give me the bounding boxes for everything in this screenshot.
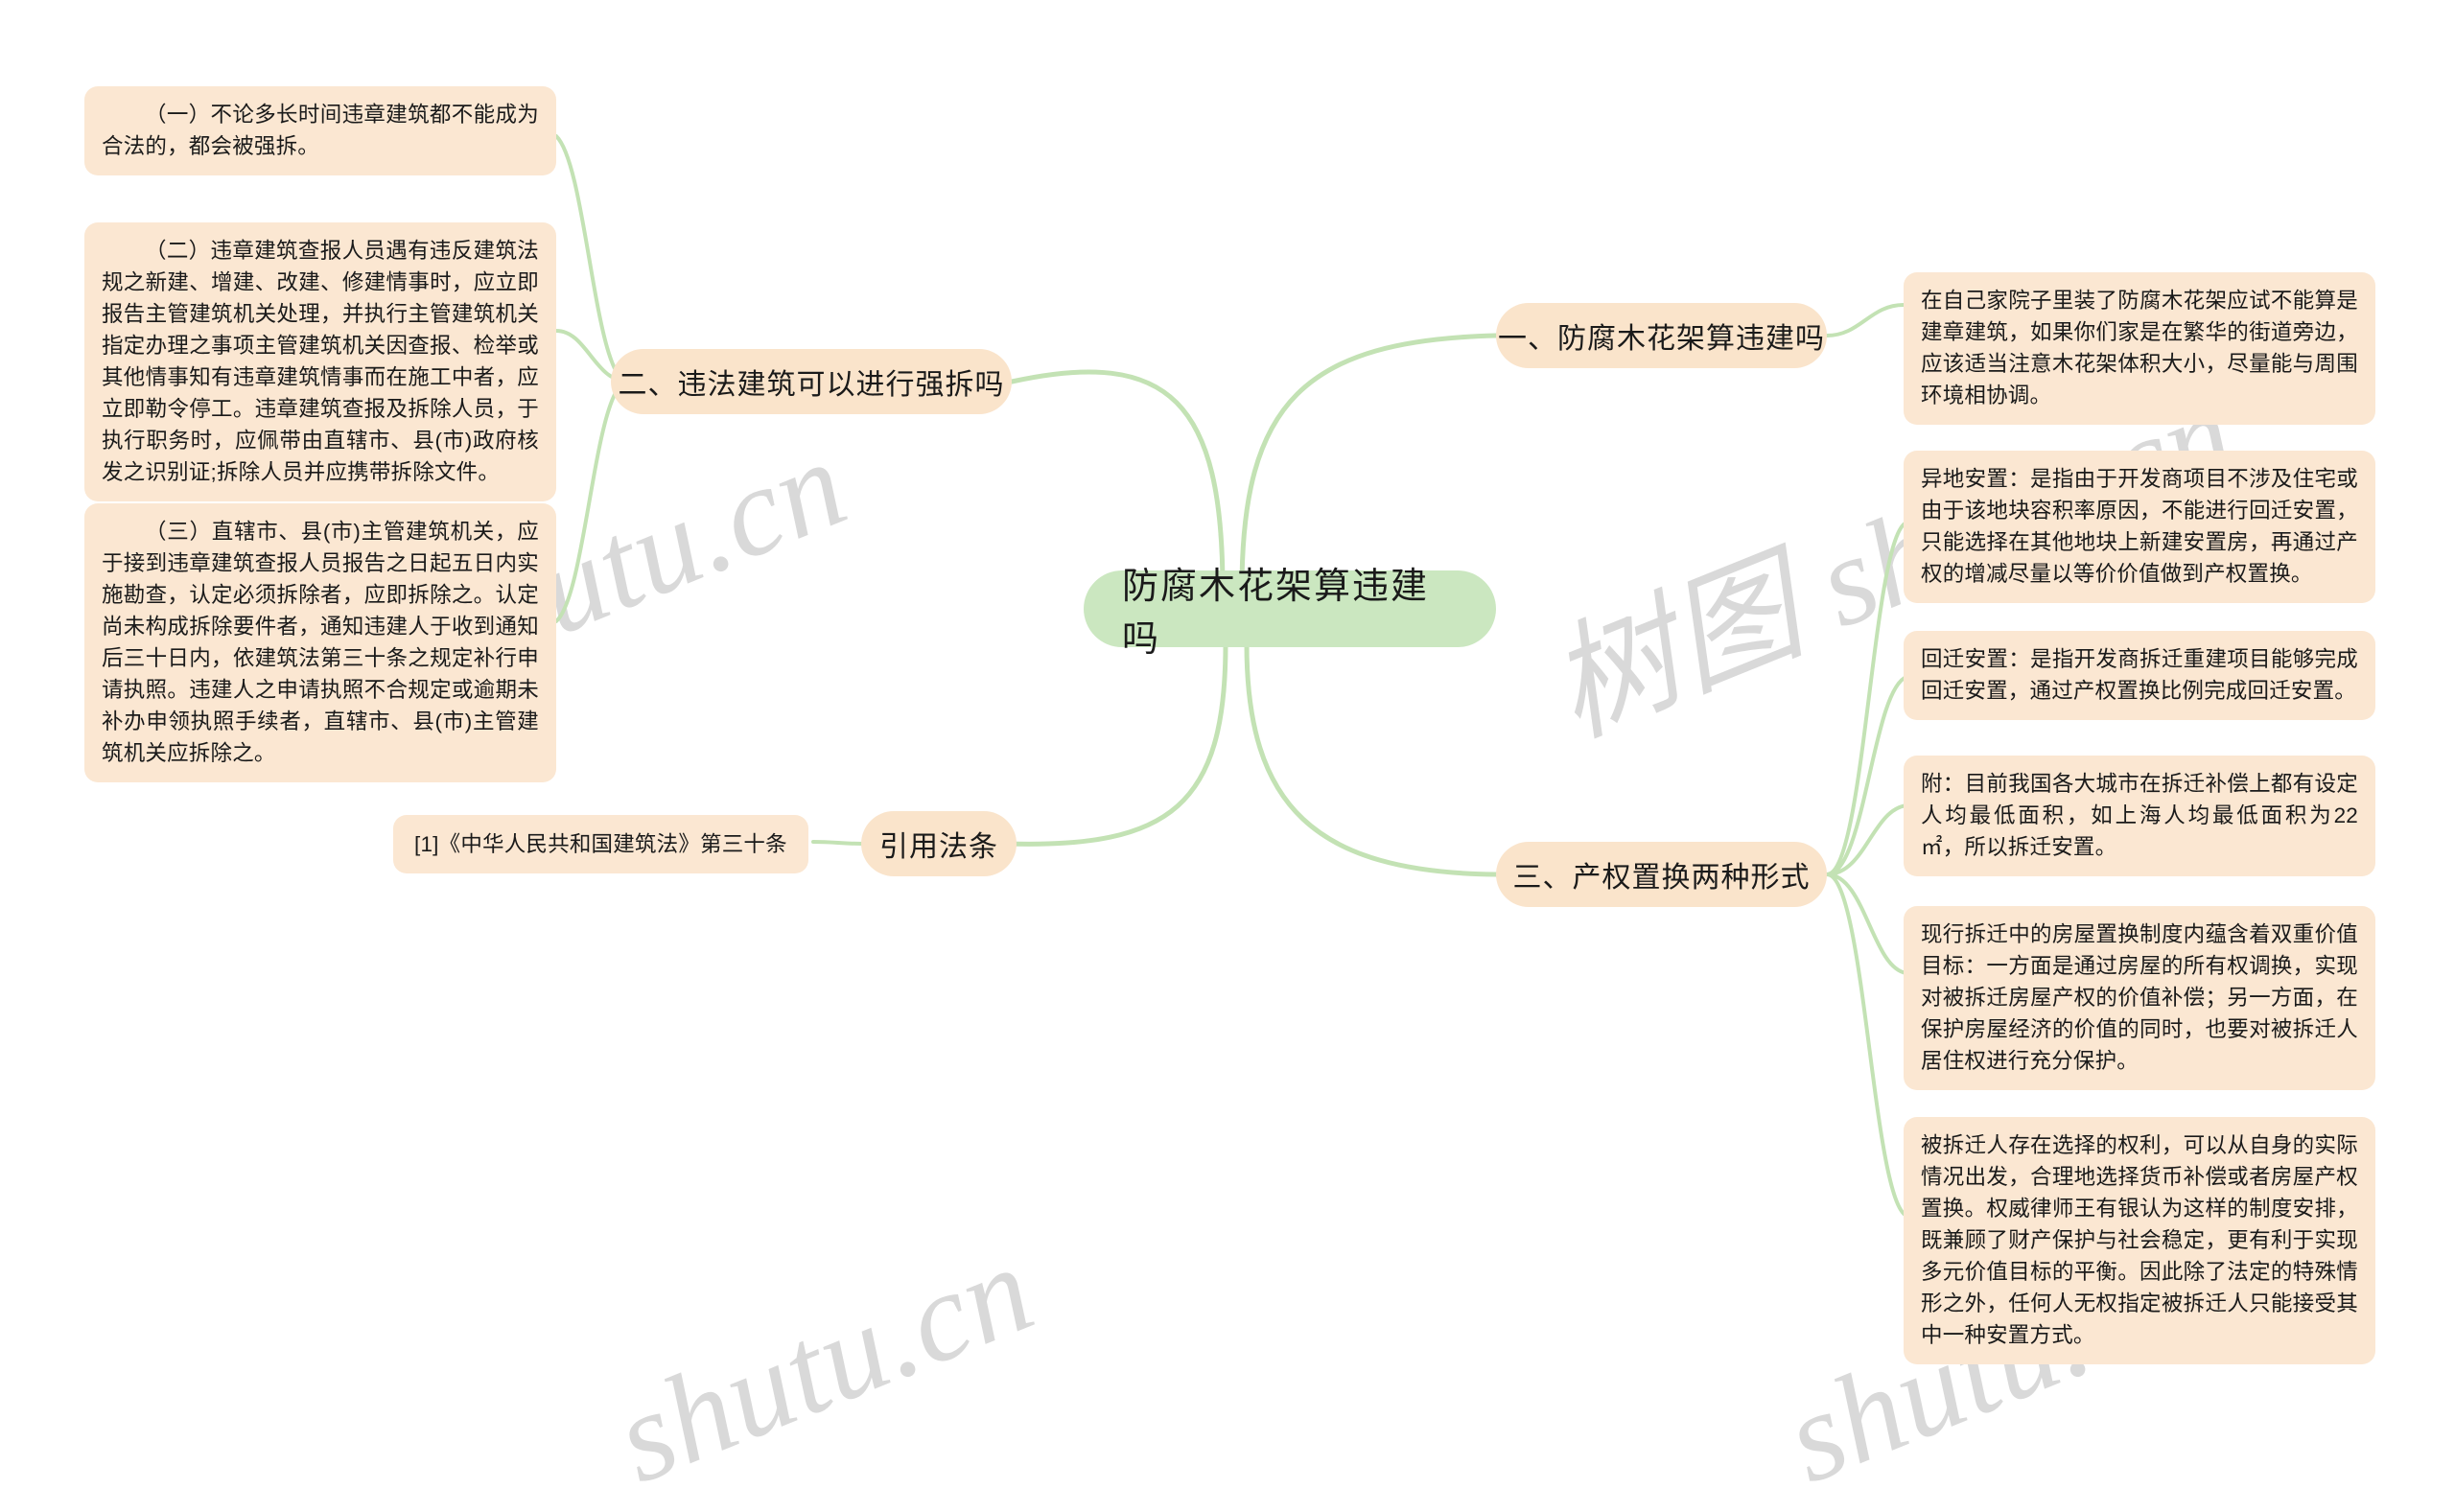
leaf-node-b3-2-text: 回迁安置：是指开发商拆迁重建项目能够完成回迁安置，通过产权置换比例完成回迁安置。 <box>1921 647 2358 703</box>
leaf-node-b3-4[interactable]: 现行拆迁中的房屋置换制度内蕴含着双重价值目标：一方面是通过房屋的所有权调换，实现… <box>1904 906 2375 1090</box>
branch-node-1-label: 一、防腐木花架算违建吗 <box>1498 323 1825 355</box>
leaf-node-b2-1[interactable]: （一）不论多长时间违章建筑都不能成为合法的，都会被强拆。 <box>84 86 556 175</box>
branch-node-3-label: 三、产权置换两种形式 <box>1512 862 1811 894</box>
leaf-node-b2-2[interactable]: （二）违章建筑查报人员遇有违反建筑法规之新建、增建、改建、修建情事时，应立即报告… <box>84 222 556 501</box>
leaf-node-b1-1-text: 在自己家院子里装了防腐木花架应试不能算是建章建筑，如果你们家是在繁华的街道旁边，… <box>1921 289 2358 407</box>
leaf-node-b4-1[interactable]: [1]《中华人民共和国建筑法》第三十条 <box>393 815 808 873</box>
leaf-node-b3-2[interactable]: 回迁安置：是指开发商拆迁重建项目能够完成回迁安置，通过产权置换比例完成回迁安置。 <box>1904 631 2375 720</box>
leaf-node-b3-1[interactable]: 异地安置：是指由于开发商项目不涉及住宅或由于该地块容积率原因，不能进行回迁安置，… <box>1904 451 2375 603</box>
leaf-node-b3-5-text: 被拆迁人存在选择的权利，可以从自身的实际情况出发，合理地选择货币补偿或者房屋产权… <box>1921 1133 2358 1347</box>
leaf-node-b2-3[interactable]: （三）直辖市、县(市)主管建筑机关，应于接到违章建筑查报人员报告之日起五日内实施… <box>84 503 556 782</box>
leaf-node-b3-5[interactable]: 被拆迁人存在选择的权利，可以从自身的实际情况出发，合理地选择货币补偿或者房屋产权… <box>1904 1117 2375 1364</box>
branch-node-2-label: 二、违法建筑可以进行强拆吗 <box>618 369 1005 401</box>
branch-node-1[interactable]: 一、防腐木花架算违建吗 <box>1496 303 1827 368</box>
watermark-shutu-bottom-left: shutu.cn <box>596 1217 1052 1510</box>
root-node[interactable]: 防腐木花架算违建吗 <box>1084 567 1496 660</box>
mindmap-canvas: shutu.cn 树图 shutu.cn shutu.cn shutu.cn <box>0 0 2455 1510</box>
leaf-node-b3-4-text: 现行拆迁中的房屋置换制度内蕴含着双重价值目标：一方面是通过房屋的所有权调换，实现… <box>1921 922 2358 1073</box>
leaf-node-b3-1-text: 异地安置：是指由于开发商项目不涉及住宅或由于该地块容积率原因，不能进行回迁安置，… <box>1921 467 2358 586</box>
leaf-node-b2-1-text: （一）不论多长时间违章建筑都不能成为合法的，都会被强拆。 <box>102 103 539 158</box>
leaf-node-b3-3[interactable]: 附：目前我国各大城市在拆迁补偿上都有设定人均最低面积，如上海人均最低面积为22㎡… <box>1904 756 2375 876</box>
leaf-node-b2-2-text: （二）违章建筑查报人员遇有违反建筑法规之新建、增建、改建、修建情事时，应立即报告… <box>102 239 539 484</box>
branch-node-3[interactable]: 三、产权置换两种形式 <box>1496 842 1827 907</box>
leaf-node-b4-1-text: [1]《中华人民共和国建筑法》第三十条 <box>414 832 787 856</box>
root-node-label: 防腐木花架算违建吗 <box>1122 567 1430 660</box>
leaf-node-b2-3-text: （三）直辖市、县(市)主管建筑机关，应于接到违章建筑查报人员报告之日起五日内实施… <box>102 520 539 765</box>
branch-node-4-label: 引用法条 <box>879 831 998 863</box>
branch-node-2[interactable]: 二、违法建筑可以进行强拆吗 <box>611 349 1012 414</box>
leaf-node-b3-3-text: 附：目前我国各大城市在拆迁补偿上都有设定人均最低面积，如上海人均最低面积为22㎡… <box>1921 772 2358 859</box>
branch-node-4[interactable]: 引用法条 <box>861 811 1017 876</box>
leaf-node-b1-1[interactable]: 在自己家院子里装了防腐木花架应试不能算是建章建筑，如果你们家是在繁华的街道旁边，… <box>1904 272 2375 425</box>
